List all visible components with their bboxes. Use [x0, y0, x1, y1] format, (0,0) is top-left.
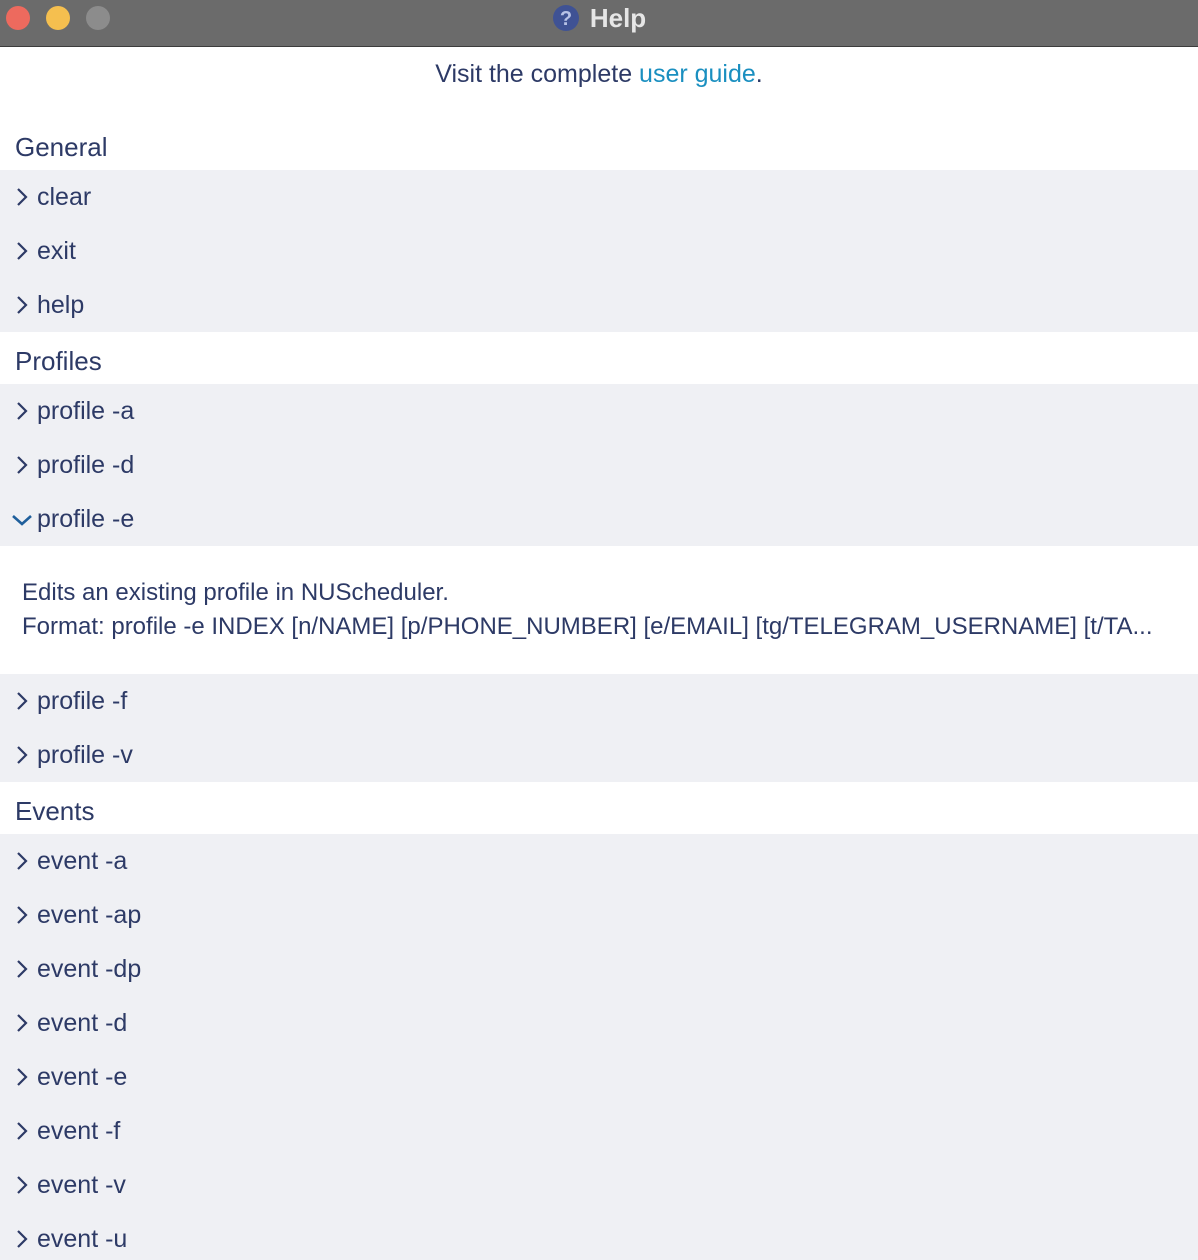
chevron-right-icon	[17, 1068, 28, 1086]
window-title-group: ? Help	[0, 3, 1198, 33]
chevron-right-icon	[17, 296, 28, 314]
svg-text:?: ?	[560, 8, 572, 30]
profiles-command-list-bottom: profile -f profile -v	[0, 674, 1198, 782]
command-row-profile-f[interactable]: profile -f	[0, 674, 1198, 728]
command-description-panel: Edits an existing profile in NUScheduler…	[0, 546, 1198, 674]
user-guide-link[interactable]: user guide	[639, 60, 756, 88]
profiles-command-list-top: profile -a profile -d profile -e	[0, 384, 1198, 546]
section-heading-profiles: Profiles	[15, 346, 102, 376]
command-label: exit	[37, 236, 76, 265]
command-row-event-v[interactable]: event -v	[0, 1158, 1198, 1212]
command-row-event-a[interactable]: event -a	[0, 834, 1198, 888]
command-format: Format: profile -e INDEX [n/NAME] [p/PHO…	[22, 613, 1153, 640]
chevron-right-icon	[17, 188, 28, 206]
chevron-right-icon	[17, 960, 28, 978]
command-label: profile -v	[37, 740, 133, 769]
chevron-right-icon	[17, 1014, 28, 1032]
command-label: event -ap	[37, 900, 142, 929]
help-question-icon: ?	[552, 4, 580, 32]
command-row-clear[interactable]: clear	[0, 170, 1198, 224]
chevron-right-icon	[17, 456, 28, 474]
command-row-exit[interactable]: exit	[0, 224, 1198, 278]
command-label: event -a	[37, 846, 128, 875]
command-label: profile -d	[37, 450, 135, 479]
command-row-event-u[interactable]: event -u	[0, 1212, 1198, 1260]
guide-suffix: .	[755, 60, 763, 88]
command-row-event-d[interactable]: event -d	[0, 996, 1198, 1050]
command-label: event -e	[37, 1062, 128, 1091]
chevron-down-icon	[12, 515, 32, 526]
chevron-right-icon	[17, 906, 28, 924]
command-row-profile-v[interactable]: profile -v	[0, 728, 1198, 782]
command-label: event -u	[37, 1224, 128, 1253]
command-row-event-e[interactable]: event -e	[0, 1050, 1198, 1104]
command-label: clear	[37, 182, 92, 211]
title-bar: ? Help	[0, 0, 1198, 47]
window-title: Help	[589, 2, 647, 33]
command-row-event-f[interactable]: event -f	[0, 1104, 1198, 1158]
command-label: event -f	[37, 1116, 121, 1145]
command-row-help[interactable]: help	[0, 278, 1198, 332]
command-label: profile -a	[37, 396, 135, 425]
chevron-right-icon	[17, 402, 28, 420]
command-row-profile-d[interactable]: profile -d	[0, 438, 1198, 492]
chevron-right-icon	[17, 1176, 28, 1194]
section-heading-general: General	[15, 132, 108, 162]
section-heading-events: Events	[15, 796, 95, 826]
command-row-event-dp[interactable]: event -dp	[0, 942, 1198, 996]
command-label: profile -f	[37, 686, 128, 715]
chevron-right-icon	[17, 242, 28, 260]
chevron-right-icon	[17, 1230, 28, 1248]
command-label: event -v	[37, 1170, 126, 1199]
command-row-profile-a[interactable]: profile -a	[0, 384, 1198, 438]
user-guide-line: Visit the complete user guide.	[0, 60, 1198, 89]
events-command-list: event -a event -ap event -dp event -d ev…	[0, 834, 1198, 1260]
command-row-event-ap[interactable]: event -ap	[0, 888, 1198, 942]
guide-prefix: Visit the complete	[435, 60, 640, 88]
general-command-list: clear exit help	[0, 170, 1198, 332]
command-row-profile-e[interactable]: profile -e	[0, 492, 1198, 546]
chevron-right-icon	[17, 746, 28, 764]
command-label: event -d	[37, 1008, 128, 1037]
chevron-right-icon	[17, 692, 28, 710]
chevron-right-icon	[17, 1122, 28, 1140]
chevron-right-icon	[17, 852, 28, 870]
command-label: profile -e	[37, 504, 135, 533]
command-description: Edits an existing profile in NUScheduler…	[22, 579, 449, 606]
command-label: help	[37, 290, 85, 319]
command-label: event -dp	[37, 954, 142, 983]
